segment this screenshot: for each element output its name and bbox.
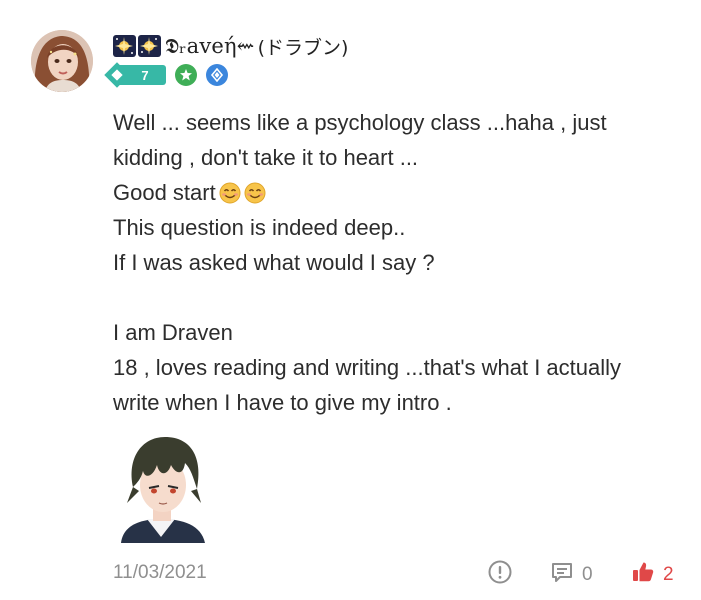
sparkle-decoration-icon (113, 35, 136, 57)
post-line: Well ... seems like a psychology class .… (113, 110, 607, 135)
comment-count: 0 (582, 564, 593, 585)
post-line: 18 , loves reading and writing ...that's… (113, 355, 622, 380)
username-suffix: (ドラブン) (257, 36, 349, 59)
anime-sticker-image[interactable] (113, 433, 213, 543)
like-count: 2 (663, 564, 674, 585)
username[interactable]: 𝕯ᵣaveή⇜ (165, 34, 255, 59)
report-button[interactable] (487, 559, 513, 591)
like-button[interactable]: 2 (630, 559, 674, 591)
level-badge[interactable]: 7 (104, 62, 166, 88)
sparkle-decoration-icon (138, 35, 161, 57)
post-line-text: Good start (113, 180, 216, 205)
comment-button[interactable]: 0 (549, 559, 593, 591)
post-line: This question is indeed deep.. (113, 215, 406, 240)
post-footer: 11/03/2021 0 2 (113, 557, 683, 587)
post-line: kidding , don't take it to heart ... (113, 145, 419, 170)
post-line-with-emoji: Good start (113, 175, 688, 210)
curator-badge-icon[interactable] (206, 64, 228, 86)
smile-emoji-icon (219, 179, 241, 204)
post-line: write when I have to give my intro . (113, 390, 452, 415)
achievement-badge-icon[interactable] (175, 64, 197, 86)
level-number: 7 (141, 67, 149, 83)
post-line: If I was asked what would I say ? (113, 250, 435, 275)
like-icon (630, 559, 656, 591)
user-badges: 7 (104, 62, 228, 88)
post-date: 11/03/2021 (113, 562, 207, 583)
smile-emoji-icon (244, 179, 266, 204)
level-diamond-icon (104, 62, 130, 88)
comment-icon (549, 559, 575, 591)
username-row[interactable]: 𝕯ᵣaveή⇜ (ドラブン) (113, 32, 348, 60)
post-line: I am Draven (113, 320, 233, 345)
post-content: Well ... seems like a psychology class .… (113, 105, 688, 420)
report-icon (487, 559, 513, 591)
user-avatar[interactable] (31, 30, 93, 92)
